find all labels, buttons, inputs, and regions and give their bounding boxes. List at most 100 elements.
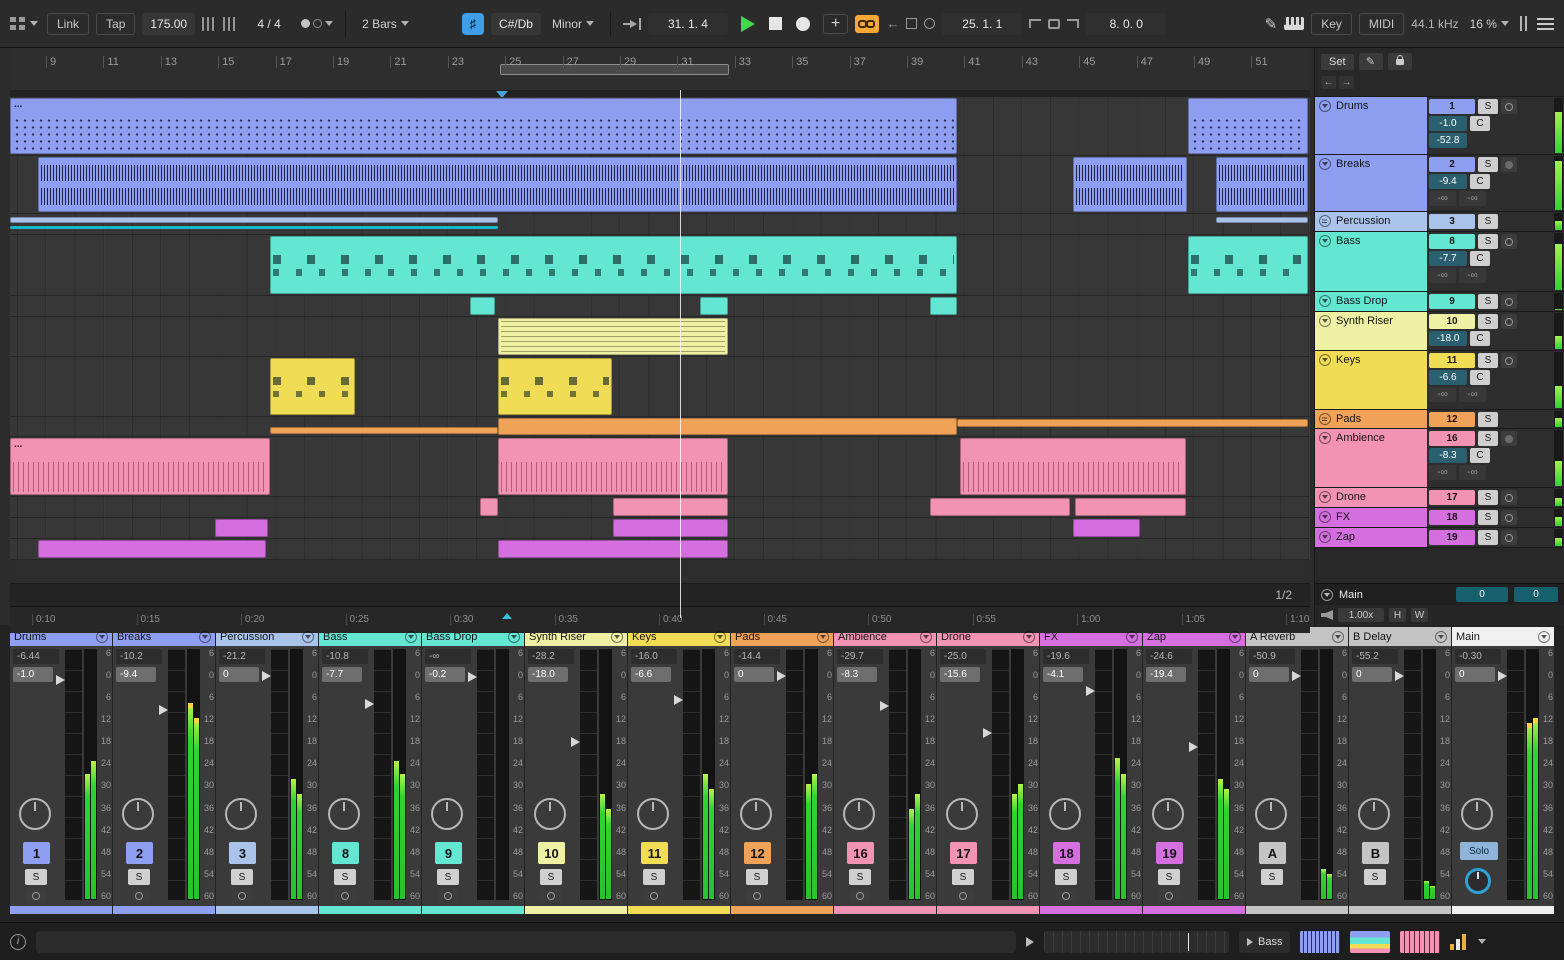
chevron-down-icon[interactable] xyxy=(1229,630,1241,643)
send-value[interactable]: -52.8 xyxy=(1429,133,1467,148)
fader-lane[interactable] xyxy=(580,649,597,900)
main-volume-value[interactable]: 0 xyxy=(1456,587,1508,602)
main-pan-value[interactable]: 0 xyxy=(1514,587,1558,602)
track-lane-bass[interactable] xyxy=(10,235,1310,296)
tempo-value[interactable]: 175.00 xyxy=(142,12,196,35)
clip-percussion[interactable] xyxy=(1216,217,1308,223)
solo-button[interactable]: S xyxy=(1261,869,1283,885)
fader-handle[interactable] xyxy=(1395,671,1404,681)
clip-fx[interactable] xyxy=(613,519,728,537)
pencil-icon[interactable]: ✎ xyxy=(1358,53,1383,70)
insert-marker-icon[interactable] xyxy=(502,613,512,619)
fader-value[interactable]: -6.6 xyxy=(631,667,671,682)
track-lane-keys[interactable] xyxy=(10,357,1310,417)
scale-root[interactable]: C#/Db xyxy=(490,12,541,35)
solo-button[interactable]: S xyxy=(128,869,150,885)
fader-handle[interactable] xyxy=(571,737,580,747)
collapse-icon[interactable] xyxy=(1319,235,1331,247)
track-number[interactable]: A xyxy=(1259,842,1286,864)
chevron-down-icon[interactable] xyxy=(199,630,211,643)
solo-button[interactable]: S xyxy=(1478,234,1498,249)
fader-value[interactable]: -1.0 xyxy=(13,667,53,682)
track-name[interactable]: Pads xyxy=(1315,410,1427,428)
track-number[interactable]: 9 xyxy=(435,842,462,864)
chevron-down-icon[interactable] xyxy=(405,630,417,643)
volume-value[interactable]: -8.3 xyxy=(1429,448,1467,463)
track-lane-percussion[interactable] xyxy=(10,214,1310,235)
arrangement-overview-thumbnail[interactable] xyxy=(1300,930,1341,953)
fader-handle[interactable] xyxy=(468,671,477,682)
main-track-header[interactable]: Main 0 0 xyxy=(1315,583,1564,605)
track-name[interactable]: Drone xyxy=(1315,488,1427,507)
fader-handle[interactable] xyxy=(674,695,683,706)
fader-lane[interactable] xyxy=(1095,649,1112,900)
solo-button[interactable]: S xyxy=(1478,294,1498,309)
track-number[interactable]: B xyxy=(1362,842,1389,864)
record-button[interactable] xyxy=(795,16,810,31)
collapse-icon[interactable] xyxy=(1319,354,1331,366)
fader-handle[interactable] xyxy=(1498,671,1507,681)
track-lane-zap[interactable] xyxy=(10,539,1310,560)
pan-value[interactable]: C xyxy=(1470,116,1490,131)
chevron-down-icon[interactable] xyxy=(302,630,314,643)
arm-button[interactable] xyxy=(1501,157,1517,172)
stop-button[interactable] xyxy=(768,17,782,30)
pan-value[interactable]: C xyxy=(1470,331,1490,346)
track-name[interactable]: Keys xyxy=(1315,351,1427,409)
solo-button[interactable]: S xyxy=(1478,510,1498,525)
chevron-down-icon[interactable] xyxy=(1538,630,1550,643)
collapse-icon[interactable] xyxy=(1319,491,1331,503)
fader-handle[interactable] xyxy=(159,705,168,716)
clip-drone[interactable] xyxy=(930,498,1070,516)
back-to-arrangement-icon[interactable]: ← xyxy=(886,16,899,31)
track-number[interactable]: 8 xyxy=(332,842,359,864)
fader-lane[interactable] xyxy=(889,649,906,900)
clip-ambience[interactable] xyxy=(498,438,728,495)
pan-knob[interactable] xyxy=(1255,798,1287,830)
quantize-menu[interactable]: 2 Bars xyxy=(358,14,413,34)
track-number[interactable]: 18 xyxy=(1053,842,1080,864)
fader-handle[interactable] xyxy=(56,674,65,685)
collapse-icon[interactable] xyxy=(1319,100,1331,112)
fader-lane[interactable] xyxy=(168,649,185,900)
chevron-down-icon[interactable] xyxy=(817,630,829,643)
solo-button[interactable]: S xyxy=(540,869,562,885)
pan-value[interactable]: C xyxy=(1470,251,1490,266)
pan-knob[interactable] xyxy=(1358,798,1390,830)
solo-button[interactable]: S xyxy=(334,869,356,885)
monitor-button[interactable] xyxy=(849,889,871,902)
pan-knob[interactable] xyxy=(946,798,978,830)
computer-midi-keyboard-icon[interactable] xyxy=(1284,17,1305,30)
solo-button[interactable]: S xyxy=(1055,869,1077,885)
playhead[interactable] xyxy=(680,90,681,618)
overdub-icon[interactable] xyxy=(924,18,936,29)
monitor-button[interactable] xyxy=(231,889,253,902)
fader-handle[interactable] xyxy=(777,671,786,681)
solo-button[interactable]: S xyxy=(643,869,665,885)
chevron-down-icon[interactable] xyxy=(1478,939,1487,944)
fader-value[interactable]: -4.1 xyxy=(1043,667,1083,682)
pan-knob[interactable] xyxy=(843,798,875,830)
arm-button[interactable] xyxy=(1501,294,1517,309)
pan-knob[interactable] xyxy=(122,798,154,830)
pan-knob[interactable] xyxy=(225,798,257,830)
monitor-button[interactable] xyxy=(1158,889,1180,902)
empty-lane-area[interactable] xyxy=(10,560,1310,583)
loop-region-icon[interactable] xyxy=(1048,18,1061,29)
monitor-button[interactable] xyxy=(25,889,47,902)
fader-lane[interactable] xyxy=(477,649,494,900)
pan-knob[interactable] xyxy=(431,798,463,830)
pan-knob[interactable] xyxy=(534,798,566,830)
arrangement-position[interactable]: 31. 1. 4 xyxy=(647,12,728,35)
arm-button[interactable] xyxy=(1501,490,1517,505)
track-number[interactable]: 12 xyxy=(744,842,771,864)
pan-value[interactable]: C xyxy=(1470,370,1490,385)
fader-lane[interactable] xyxy=(65,649,82,900)
fader-lane[interactable] xyxy=(271,649,288,900)
fader-value[interactable]: 0 xyxy=(1352,667,1392,682)
punch-in-icon[interactable] xyxy=(1029,19,1042,28)
link-button[interactable]: Link xyxy=(47,12,90,35)
loop-brace[interactable] xyxy=(500,64,729,75)
chevron-down-icon[interactable] xyxy=(920,630,932,643)
nudge-down-icon[interactable] xyxy=(202,16,217,31)
